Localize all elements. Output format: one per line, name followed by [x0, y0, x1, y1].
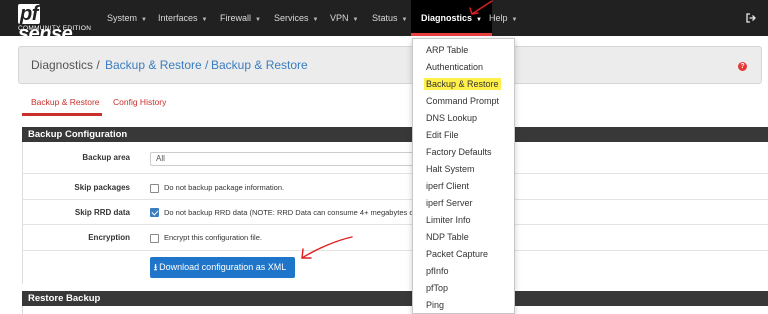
tab-config-history[interactable]: Config History: [113, 97, 166, 107]
skip-packages-text: Do not backup package information.: [164, 183, 285, 192]
nav-services[interactable]: Services ▼: [274, 0, 318, 36]
encryption-label: Encryption: [88, 233, 130, 242]
nav-label: Help: [489, 13, 508, 23]
menu-item-pfinfo[interactable]: pfInfo: [426, 265, 449, 277]
menu-item-factory-defaults[interactable]: Factory Defaults: [426, 146, 492, 158]
active-tab-indicator: [22, 113, 102, 116]
encryption-text: Encrypt this configuration file.: [164, 233, 262, 242]
menu-item-command-prompt[interactable]: Command Prompt: [426, 95, 499, 107]
logo-text: pfsense: [18, 4, 90, 44]
caret-down-icon: ▼: [476, 17, 482, 23]
menu-item-authentication[interactable]: Authentication: [426, 61, 483, 73]
nav-vpn[interactable]: VPN ▼: [330, 0, 358, 36]
caret-down-icon: ▼: [312, 17, 319, 23]
nav-label: System: [107, 13, 138, 23]
nav-help[interactable]: Help ▼: [489, 0, 517, 36]
menu-item-ndp-table[interactable]: NDP Table: [426, 231, 469, 243]
skip-packages-checkbox[interactable]: [150, 184, 159, 193]
skip-packages-row: [22, 174, 768, 200]
brand-edition: COMMUNITY EDITION: [18, 25, 92, 32]
nav-firewall[interactable]: Firewall ▼: [220, 0, 261, 36]
menu-item-edit-file[interactable]: Edit File: [426, 129, 459, 141]
nav-label: Services: [274, 13, 309, 23]
caret-down-icon: ▼: [401, 17, 408, 23]
menu-item-pftop[interactable]: pfTop: [426, 282, 448, 294]
restore-panel-title: Restore Backup: [22, 291, 768, 306]
caret-down-icon: ▼: [201, 17, 208, 23]
restore-panel-body: [22, 306, 768, 314]
menu-item-iperf-client[interactable]: iperf Client: [426, 180, 469, 192]
question-icon[interactable]: ?: [738, 62, 747, 71]
menu-item-iperf-server[interactable]: iperf Server: [426, 197, 473, 209]
caret-down-icon: ▼: [352, 17, 359, 23]
encryption-checkbox[interactable]: [150, 234, 159, 243]
brand-logo[interactable]: pfsense COMMUNITY EDITION: [18, 4, 92, 44]
caret-down-icon: ▼: [141, 17, 147, 23]
skip-rrd-text: Do not backup RRD data (NOTE: RRD Data c…: [164, 208, 414, 217]
nav-label: Status: [372, 13, 398, 23]
backup-area-select[interactable]: All: [150, 152, 420, 166]
caret-down-icon: ▼: [511, 17, 518, 23]
menu-item-dns-lookup[interactable]: DNS Lookup: [426, 112, 477, 124]
diagnostics-dropdown-menu: ARP Table Authentication Backup & Restor…: [412, 38, 515, 314]
download-label: Download configuration as XML: [159, 262, 287, 272]
skip-rrd-checkbox[interactable]: [150, 208, 159, 217]
nav-interfaces[interactable]: Interfaces ▼: [158, 0, 207, 36]
top-navbar: pfsense COMMUNITY EDITION System ▼ Interf…: [0, 0, 768, 44]
nav-system[interactable]: System ▼: [107, 0, 147, 36]
backup-area-label: Backup area: [82, 153, 130, 162]
breadcrumb: Diagnostics / Backup & Restore / Backup …: [18, 46, 762, 84]
menu-item-limiter-info[interactable]: Limiter Info: [426, 214, 471, 226]
menu-item-ping[interactable]: Ping: [426, 299, 444, 311]
encryption-row: [22, 225, 768, 251]
download-icon: ⭳: [154, 262, 158, 272]
skip-packages-label: Skip packages: [74, 183, 130, 192]
skip-rrd-label: Skip RRD data: [74, 208, 130, 217]
logo-prefix: pf: [18, 3, 40, 25]
nav-label: VPN: [330, 13, 349, 23]
caret-down-icon: ▼: [255, 17, 261, 23]
menu-item-packet-capture[interactable]: Packet Capture: [426, 248, 488, 260]
menu-item-backup-restore[interactable]: Backup & Restore: [424, 78, 501, 90]
backup-panel-title: Backup Configuration: [22, 127, 768, 142]
nav-label: Diagnostics: [421, 13, 473, 23]
nav-status[interactable]: Status ▼: [372, 0, 407, 36]
screen: pfsense COMMUNITY EDITION System ▼ Interf…: [0, 0, 768, 314]
breadcrumb-backup-restore-current[interactable]: Backup & Restore: [211, 58, 308, 72]
logout-icon[interactable]: [746, 13, 756, 23]
nav-label: Interfaces: [158, 13, 198, 23]
breadcrumb-diagnostics[interactable]: Diagnostics /: [31, 58, 100, 72]
menu-item-arp-table[interactable]: ARP Table: [426, 44, 468, 56]
tab-backup-restore[interactable]: Backup & Restore: [31, 97, 100, 107]
nav-diagnostics[interactable]: Diagnostics ▼: [411, 0, 492, 36]
download-config-button[interactable]: ⭳ Download configuration as XML: [150, 257, 295, 278]
breadcrumb-backup-restore[interactable]: Backup & Restore /: [105, 58, 208, 72]
menu-item-halt-system[interactable]: Halt System: [426, 163, 475, 175]
nav-label: Firewall: [220, 13, 252, 23]
